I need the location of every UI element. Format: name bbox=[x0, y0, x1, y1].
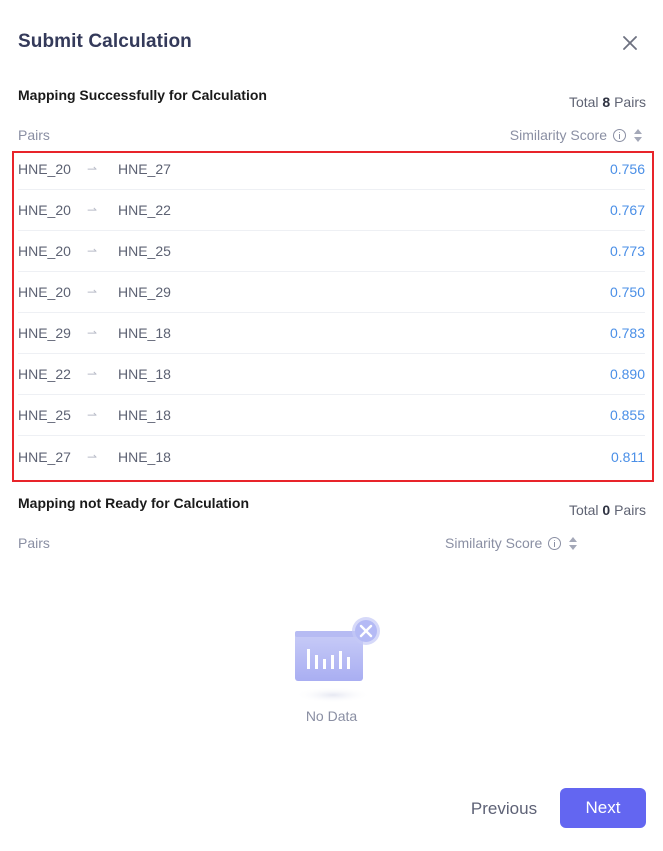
similarity-score: 0.855 bbox=[609, 407, 645, 423]
previous-button[interactable]: Previous bbox=[458, 789, 550, 829]
success-col-pairs: Pairs bbox=[18, 127, 50, 143]
table-row: HNE_20 ⇀ HNE_27 0.756 bbox=[18, 149, 645, 190]
arrow-right-icon: ⇀ bbox=[87, 367, 98, 381]
not-ready-col-score-label: Similarity Score bbox=[445, 535, 543, 551]
pair-source: HNE_29 bbox=[18, 325, 71, 341]
success-pairs-list: HNE_20 ⇀ HNE_27 0.756 HNE_20 ⇀ HNE_22 0.767 HNE_… bbox=[18, 149, 645, 477]
similarity-score: 0.750 bbox=[609, 284, 645, 300]
success-section-title: Mapping Successfully for Calculation bbox=[18, 87, 267, 103]
arrow-right-icon: ⇀ bbox=[87, 449, 98, 464]
success-col-score-label: Similarity Score bbox=[509, 127, 607, 143]
pair-target: HNE_27 bbox=[118, 161, 171, 177]
success-col-score[interactable]: Similarity Score bbox=[510, 127, 642, 143]
close-icon[interactable] bbox=[619, 32, 641, 54]
not-ready-total: Total 0 Pairs bbox=[568, 502, 646, 518]
similarity-score: 0.773 bbox=[609, 243, 645, 259]
not-ready-section-title: Mapping not Ready for Calculation bbox=[18, 495, 250, 511]
pair-target: HNE_25 bbox=[118, 243, 171, 259]
next-button[interactable]: Next bbox=[560, 788, 646, 828]
table-row: HNE_27 ⇀ HNE_18 0.811 bbox=[18, 436, 645, 477]
info-icon[interactable] bbox=[613, 128, 626, 142]
sort-icon[interactable] bbox=[569, 536, 578, 550]
pair-target: HNE_18 bbox=[118, 448, 171, 465]
pair-target: HNE_29 bbox=[118, 284, 171, 300]
table-row: HNE_29 ⇀ HNE_18 0.783 bbox=[18, 313, 645, 354]
not-ready-col-pairs: Pairs bbox=[18, 535, 50, 551]
not-ready-col-score[interactable]: Similarity Score bbox=[445, 535, 578, 551]
pair-target: HNE_18 bbox=[118, 407, 171, 423]
pair-source: HNE_20 bbox=[18, 161, 71, 177]
similarity-score: 0.767 bbox=[609, 202, 645, 218]
arrow-right-icon: ⇀ bbox=[87, 408, 98, 422]
similarity-score: 0.756 bbox=[609, 161, 645, 177]
pair-source: HNE_20 bbox=[18, 284, 71, 300]
submit-calculation-dialog: Submit Calculation Mapping Successfully … bbox=[0, 0, 663, 851]
no-data-text: No Data bbox=[305, 708, 358, 724]
arrow-right-icon: ⇀ bbox=[87, 244, 98, 258]
similarity-score: 0.783 bbox=[609, 325, 645, 341]
table-row: HNE_22 ⇀ HNE_18 0.890 bbox=[18, 354, 645, 395]
table-row: HNE_20 ⇀ HNE_25 0.773 bbox=[18, 231, 645, 272]
arrow-right-icon: ⇀ bbox=[87, 285, 98, 299]
table-row: HNE_20 ⇀ HNE_29 0.750 bbox=[18, 272, 645, 313]
info-icon[interactable] bbox=[548, 536, 562, 550]
sort-icon[interactable] bbox=[634, 128, 642, 142]
table-row: HNE_25 ⇀ HNE_18 0.855 bbox=[18, 395, 645, 436]
similarity-score: 0.890 bbox=[609, 366, 645, 382]
empty-state-icon bbox=[293, 615, 383, 710]
pair-target: HNE_18 bbox=[118, 366, 171, 382]
arrow-right-icon: ⇀ bbox=[87, 162, 98, 176]
success-total: Total 8 Pairs bbox=[568, 94, 646, 110]
pair-source: HNE_27 bbox=[18, 448, 71, 465]
arrow-right-icon: ⇀ bbox=[87, 203, 98, 217]
pair-source: HNE_20 bbox=[18, 202, 71, 218]
dialog-title: Submit Calculation bbox=[18, 31, 192, 52]
pair-target: HNE_18 bbox=[118, 325, 171, 341]
arrow-right-icon: ⇀ bbox=[87, 326, 98, 340]
pair-source: HNE_22 bbox=[18, 366, 71, 382]
table-row: HNE_20 ⇀ HNE_22 0.767 bbox=[18, 190, 645, 231]
pair-source: HNE_25 bbox=[18, 407, 71, 423]
pair-source: HNE_20 bbox=[18, 243, 71, 259]
similarity-score: 0.811 bbox=[611, 448, 645, 465]
pair-target: HNE_22 bbox=[118, 202, 171, 218]
